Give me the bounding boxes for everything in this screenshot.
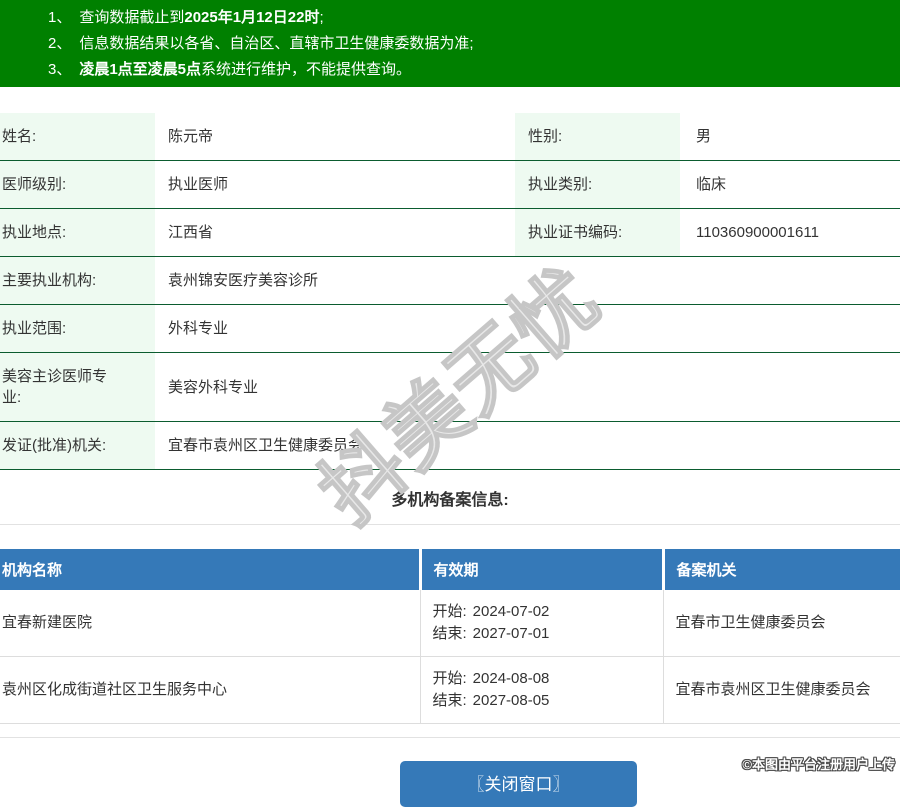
org-validity-cell: 开始: 2024-08-08 结束: 2027-08-05: [420, 656, 664, 724]
info-row: 执业范围: 外科专业: [0, 304, 900, 353]
info-value: 外科专业: [155, 304, 900, 353]
section-divider: [0, 524, 900, 525]
info-label: 执业类别:: [515, 160, 680, 209]
notice-number: 2、: [48, 35, 72, 52]
org-validity-cell: 开始: 2024-07-02 结束: 2027-07-01: [420, 590, 664, 657]
info-label: 执业范围:: [0, 304, 155, 353]
notice-line-1: 1、 查询数据截止到2025年1月12日22时;: [48, 5, 890, 31]
notice-text: 查询数据截止到: [79, 9, 185, 26]
info-label: 性别:: [515, 113, 680, 161]
validity-line: 结束: 2027-07-01: [433, 623, 651, 645]
multi-org-section-title: 多机构备案信息:: [391, 492, 509, 509]
info-label: 医师级别:: [0, 160, 155, 209]
info-value: 美容外科专业: [155, 352, 900, 422]
info-label: 主要执业机构:: [0, 256, 155, 305]
info-row: 发证(批准)机关: 宜春市袁州区卫生健康委员会: [0, 421, 900, 470]
validity-label: 结束:: [432, 625, 467, 642]
notice-line-3: 3、 凌晨1点至凌晨5点系统进行维护，不能提供查询。: [48, 57, 890, 83]
notice-line-2: 2、 信息数据结果以各省、自治区、直辖市卫生健康委数据为准;: [48, 31, 890, 57]
info-value: 男: [680, 113, 900, 161]
info-value: 陈元帝: [155, 113, 515, 161]
notice-text: 2025年1月12日22时: [184, 9, 320, 26]
notice-text: 信息数据结果以各省、自治区、直辖市卫生健康委数据为准;: [79, 35, 474, 52]
org-column-header: 备案机关: [661, 549, 900, 590]
info-value: 袁州锦安医疗美容诊所: [155, 256, 900, 305]
org-name-cell: 宜春新建医院: [0, 590, 421, 657]
notice-number: 1、: [48, 9, 72, 26]
org-column-header: 有效期: [418, 549, 663, 590]
org-authority-cell: 宜春市卫生健康委员会: [663, 590, 900, 657]
notice-number: 3、: [48, 61, 72, 78]
info-row: 姓名: 陈元帝 性别: 男: [0, 113, 900, 161]
practitioner-info-table: 姓名: 陈元帝 性别: 男医师级别: 执业医师 执业类别: 临床 执业地点: 江西省 执业证书编码…: [0, 113, 900, 470]
org-column-header: 机构名称: [0, 549, 420, 590]
validity-date: 2027-08-05: [472, 692, 550, 709]
org-authority-cell: 宜春市袁州区卫生健康委员会: [663, 656, 900, 724]
validity-date: 2024-08-08: [472, 670, 550, 687]
validity-line: 结束: 2027-08-05: [433, 690, 651, 712]
validity-label: 开始:: [432, 603, 467, 620]
info-row: 执业地点: 江西省 执业证书编码: 110360900001611: [0, 208, 900, 257]
notice-banner: 1、 查询数据截止到2025年1月12日22时; 2、 信息数据结果以各省、自治区、直…: [0, 0, 900, 87]
info-row: 医师级别: 执业医师 执业类别: 临床: [0, 160, 900, 209]
practitioner-info-body: 姓名: 陈元帝 性别: 男医师级别: 执业医师 执业类别: 临床 执业地点: 江西省 执业证书编码…: [0, 113, 900, 470]
notice-text: 凌晨1点至凌晨5点: [79, 61, 202, 78]
info-row: 美容主诊医师专业: 美容外科专业: [0, 352, 900, 422]
info-value: 临床: [680, 160, 900, 209]
org-table-body: 宜春新建医院 开始: 2024-07-02 结束: 2027-07-01 宜春市卫生健康委…: [0, 590, 900, 724]
validity-date: 2027-07-01: [472, 625, 550, 642]
info-value: 执业医师: [155, 160, 515, 209]
validity-label: 开始:: [432, 670, 467, 687]
info-row: 主要执业机构: 袁州锦安医疗美容诊所: [0, 256, 900, 305]
validity-date: 2024-07-02: [472, 603, 550, 620]
copyright-stamp: ©本图由平台注册用户上传: [742, 757, 895, 772]
info-value: 宜春市袁州区卫生健康委员会: [155, 421, 900, 470]
org-table-header-row: 机构名称 有效期 备案机关: [0, 549, 900, 590]
org-row: 袁州区化成街道社区卫生服务中心 开始: 2024-08-08 结束: 2027-08-0…: [0, 656, 900, 724]
info-label: 发证(批准)机关:: [0, 421, 155, 470]
info-value: 江西省: [155, 208, 515, 257]
close-window-button[interactable]: 〖关闭窗口〗: [400, 761, 637, 807]
notice-text: 系统进行维护，不能提供查询。: [201, 61, 412, 78]
multi-org-table: 机构名称 有效期 备案机关 宜春新建医院 开始: 2024-07-02 结束: 2027-0…: [0, 549, 900, 724]
info-label: 执业证书编码:: [515, 208, 680, 257]
notice-text: ;: [319, 9, 324, 26]
info-label: 美容主诊医师专业:: [0, 352, 155, 422]
info-value: 110360900001611: [680, 208, 900, 257]
validity-line: 开始: 2024-08-08: [433, 668, 651, 690]
org-name-cell: 袁州区化成街道社区卫生服务中心: [0, 656, 421, 724]
info-label: 执业地点:: [0, 208, 155, 257]
validity-line: 开始: 2024-07-02: [433, 601, 651, 623]
info-label: 姓名:: [0, 113, 155, 161]
validity-label: 结束:: [432, 692, 467, 709]
footer-divider: [0, 737, 900, 738]
org-row: 宜春新建医院 开始: 2024-07-02 结束: 2027-07-01 宜春市卫生健康委…: [0, 590, 900, 657]
